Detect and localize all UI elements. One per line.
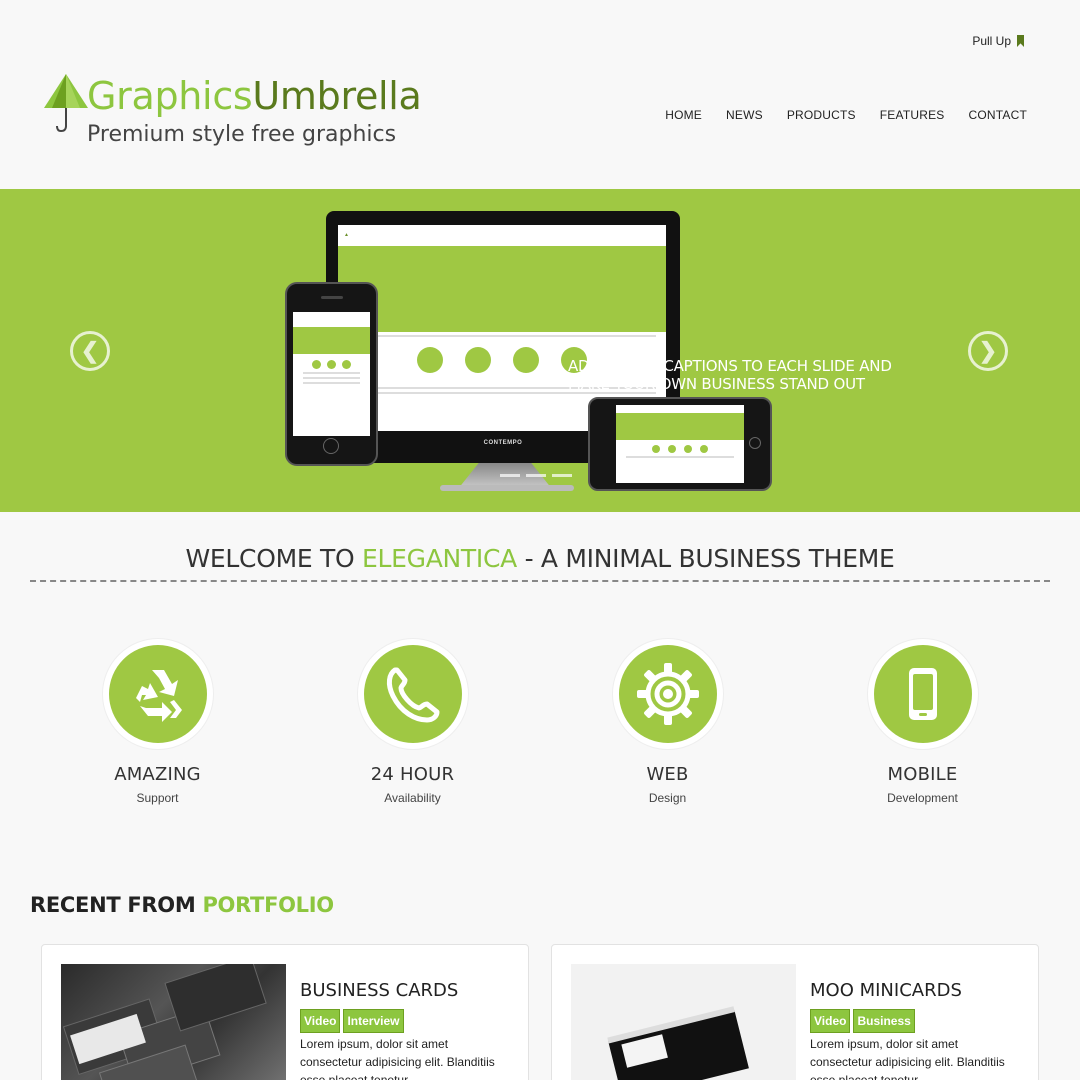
feature-title: WEB — [646, 764, 689, 785]
portfolio-card-business-cards[interactable]: BUSINESS CARDS Video Interview Lorem ips… — [41, 944, 529, 1080]
nav-home[interactable]: HOME — [665, 108, 702, 122]
phone-mockup — [285, 282, 378, 466]
brand-name: GraphicsUmbrella — [87, 74, 422, 118]
umbrella-icon — [44, 74, 88, 132]
portfolio-card-tags: Video Interview — [300, 1009, 404, 1033]
welcome-prefix: WELCOME TO — [185, 544, 363, 573]
main-nav: HOME NEWS PRODUCTS FEATURES CONTACT — [665, 108, 1027, 122]
portfolio-image[interactable] — [571, 964, 796, 1080]
feature-subtitle: Development — [887, 791, 958, 805]
feature-mobile[interactable]: MOBILE Development — [795, 638, 1050, 805]
portfolio-heading-accent: PORTFOLIO — [202, 893, 334, 917]
mockup-nav: ▲ — [344, 232, 349, 239]
site-header: GraphicsUmbrella Premium style free grap… — [0, 0, 1080, 189]
nav-features[interactable]: FEATURES — [880, 108, 945, 122]
hero-slider: ❮ ❯ ▲ CONTEMPO ADD LOVELY CAPTIONS TO EA… — [0, 189, 1080, 512]
portfolio-card-moo-minicards[interactable]: MOO MINICARDS Video Business Lorem ipsum… — [551, 944, 1039, 1080]
chevron-left-icon: ❮ — [80, 338, 100, 363]
slider-prev-button[interactable]: ❮ — [70, 331, 110, 371]
tablet-mockup — [588, 397, 772, 491]
feature-title: MOBILE — [887, 764, 958, 785]
nav-news[interactable]: NEWS — [726, 108, 763, 122]
hero-caption: ADD LOVELY CAPTIONS TO EACH SLIDE AND MA… — [568, 357, 892, 393]
portfolio-card-title: MOO MINICARDS — [810, 980, 962, 1001]
feature-web[interactable]: WEB Design — [540, 638, 795, 805]
feature-title: AMAZING — [114, 764, 201, 785]
monitor-stand-base — [440, 485, 574, 491]
portfolio-card-text: Lorem ipsum, dolor sit amet consectetur … — [300, 1037, 495, 1080]
nav-products[interactable]: PRODUCTS — [787, 108, 856, 122]
feature-amazing[interactable]: AMAZING Support — [30, 638, 285, 805]
portfolio-heading-prefix: RECENT FROM — [30, 893, 203, 917]
brand-name-part1: Graphics — [87, 74, 253, 118]
portfolio-card-title: BUSINESS CARDS — [300, 980, 459, 1001]
feature-subtitle: Design — [648, 791, 687, 805]
tablet-screen — [616, 405, 744, 483]
recycle-icon — [135, 670, 182, 722]
tag-video[interactable]: Video — [300, 1009, 341, 1033]
chevron-right-icon: ❯ — [978, 338, 998, 363]
dashed-divider — [30, 580, 1050, 582]
slider-pagination[interactable] — [500, 474, 572, 477]
portfolio-image[interactable] — [61, 964, 286, 1080]
phone-icon — [386, 667, 439, 723]
hero-caption-line2: MAKE YOUR OWN BUSINESS STAND OUT — [568, 375, 865, 393]
welcome-heading: WELCOME TO ELEGANTICA - A MINIMAL BUSINE… — [0, 544, 1080, 573]
tag-business[interactable]: Business — [853, 1009, 915, 1033]
feature-subtitle: Support — [136, 791, 179, 805]
tag-interview[interactable]: Interview — [343, 1009, 404, 1033]
portfolio-heading: RECENT FROM PORTFOLIO — [30, 893, 334, 917]
hero-caption-line1: ADD LOVELY CAPTIONS TO EACH SLIDE AND — [568, 357, 892, 375]
features-row: AMAZING Support 24 HOUR Availability WEB… — [30, 638, 1050, 805]
brand-name-part2: Umbrella — [252, 74, 422, 118]
welcome-suffix: - A MINIMAL BUSINESS THEME — [516, 544, 895, 573]
mobile-icon — [908, 668, 937, 720]
pull-up-label: Pull Up — [972, 34, 1011, 48]
feature-subtitle: Availability — [384, 791, 441, 805]
brand-tagline: Premium style free graphics — [87, 122, 397, 147]
nav-contact[interactable]: CONTACT — [968, 108, 1027, 122]
feature-24-hour[interactable]: 24 HOUR Availability — [285, 638, 540, 805]
portfolio-card-tags: Video Business — [810, 1009, 915, 1033]
bookmark-icon — [1017, 35, 1024, 47]
feature-title: 24 HOUR — [370, 764, 455, 785]
slider-next-button[interactable]: ❯ — [968, 331, 1008, 371]
phone-screen — [293, 312, 370, 436]
tag-video[interactable]: Video — [810, 1009, 851, 1033]
logo[interactable]: GraphicsUmbrella Premium style free grap… — [40, 70, 422, 150]
pull-up-link[interactable]: Pull Up — [972, 34, 1024, 48]
portfolio-card-text: Lorem ipsum, dolor sit amet consectetur … — [810, 1037, 1005, 1080]
gear-icon — [636, 663, 699, 725]
welcome-accent: ELEGANTICA — [362, 544, 517, 573]
